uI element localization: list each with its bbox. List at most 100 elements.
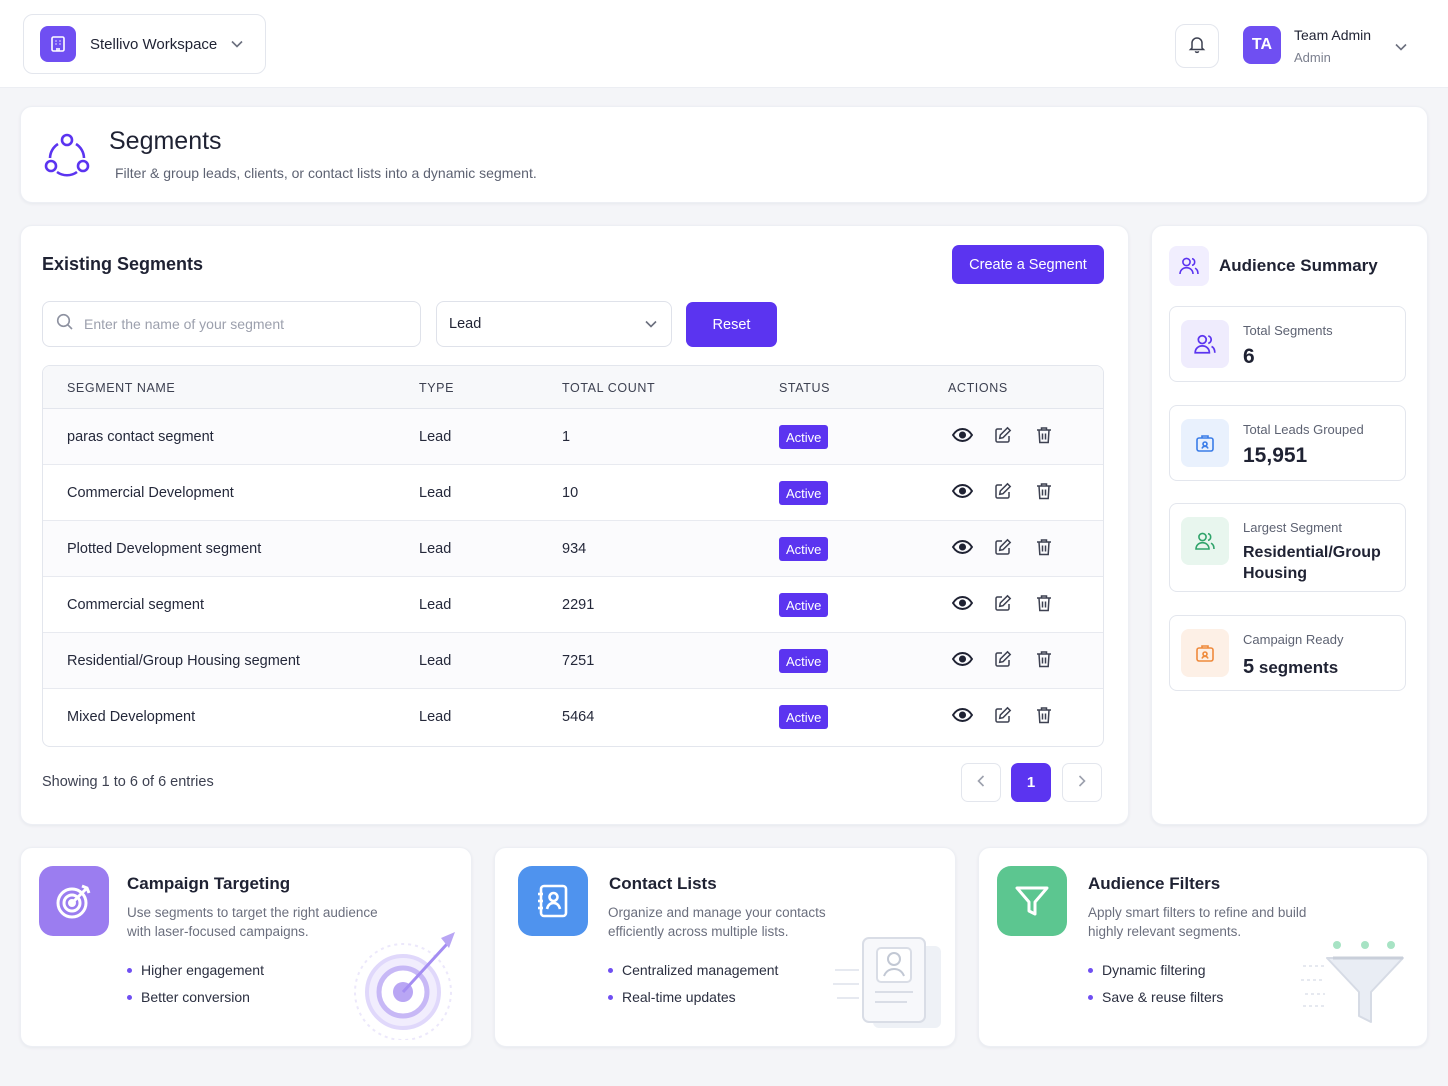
trash-icon — [1036, 650, 1052, 673]
user-menu-chevron-icon[interactable] — [1395, 38, 1407, 56]
page-button-current[interactable]: 1 — [1011, 763, 1051, 802]
column-header[interactable]: STATUS — [779, 381, 830, 395]
view-button[interactable] — [950, 649, 974, 673]
search-field[interactable] — [42, 301, 421, 347]
pagination-summary: Showing 1 to 6 of 6 entries — [42, 774, 214, 790]
column-header[interactable]: TOTAL COUNT — [562, 381, 655, 395]
stat-value-number: 5 — [1243, 656, 1255, 678]
segment-name-cell: Mixed Development — [67, 709, 196, 725]
stat-value: 15,951 — [1243, 444, 1308, 467]
feature-title: Contact Lists — [609, 874, 717, 893]
reset-button[interactable]: Reset — [686, 302, 777, 347]
page-title: Segments — [109, 127, 222, 155]
segment-name-cell: paras contact segment — [67, 429, 214, 445]
stat-card-total-leads: Total Leads Grouped 15,951 — [1169, 405, 1406, 481]
feature-bullet: Better conversion — [127, 989, 250, 1005]
column-header[interactable]: SEGMENT NAME — [67, 381, 175, 395]
segment-type-cell: Lead — [419, 485, 452, 501]
users-icon — [1169, 246, 1209, 286]
eye-icon — [951, 539, 973, 559]
edit-button[interactable] — [991, 593, 1015, 617]
delete-button[interactable] — [1032, 481, 1056, 505]
feature-bullet: Save & reuse filters — [1088, 989, 1223, 1005]
table-row: Mixed Development Lead 5464 Active — [43, 689, 1103, 745]
feature-bullet: Centralized management — [608, 962, 778, 978]
edit-icon — [994, 426, 1012, 449]
audience-summary-panel: Audience Summary Total Segments 6 Total … — [1151, 225, 1428, 825]
segment-count-cell: 10 — [562, 485, 579, 501]
avatar[interactable]: TA — [1243, 26, 1281, 64]
status-badge: Active — [779, 593, 829, 617]
feature-card-contact-lists: Contact Lists Organize and manage your c… — [494, 847, 956, 1047]
briefcase-icon — [1181, 629, 1229, 677]
feature-bullet: Real-time updates — [608, 989, 736, 1005]
next-page-button[interactable] — [1062, 763, 1102, 802]
stat-label: Largest Segment — [1243, 520, 1343, 535]
edit-button[interactable] — [991, 425, 1015, 449]
view-button[interactable] — [950, 537, 974, 561]
view-button[interactable] — [950, 425, 974, 449]
delete-button[interactable] — [1032, 537, 1056, 561]
workspace-name: Stellivo Workspace — [90, 35, 218, 53]
chevron-right-icon — [1078, 774, 1086, 792]
segment-count-cell: 5464 — [562, 709, 595, 725]
feature-bullet: Dynamic filtering — [1088, 962, 1205, 978]
view-button[interactable] — [950, 481, 974, 505]
chevron-down-icon — [231, 35, 243, 53]
table-body: paras contact segment Lead 1 Active Commerci… — [43, 409, 1103, 745]
delete-button[interactable] — [1032, 593, 1056, 617]
type-filter-select[interactable]: Lead — [436, 301, 672, 347]
section-title: Existing Segments — [42, 254, 204, 274]
segment-name-cell: Commercial Development — [67, 485, 234, 501]
stat-card-largest-segment: Largest Segment Residential/Group Housin… — [1169, 503, 1406, 592]
table-row: Residential/Group Housing segment Lead 725… — [43, 633, 1103, 689]
eye-icon — [951, 427, 973, 447]
view-button[interactable] — [950, 705, 974, 729]
notifications-button[interactable] — [1175, 24, 1219, 68]
edit-icon — [994, 482, 1012, 505]
trash-icon — [1036, 426, 1052, 449]
segment-type-cell: Lead — [419, 653, 452, 669]
contact-card-illustration — [831, 934, 946, 1039]
stat-value: 5 segments — [1243, 656, 1338, 679]
users-icon — [1181, 320, 1229, 368]
user-name[interactable]: Team Admin — [1294, 27, 1371, 43]
table-header: SEGMENT NAME TYPE TOTAL COUNT STATUS ACT… — [43, 366, 1103, 409]
status-badge: Active — [779, 537, 829, 561]
create-segment-button[interactable]: Create a Segment — [952, 245, 1104, 284]
edit-icon — [994, 650, 1012, 673]
edit-button[interactable] — [991, 649, 1015, 673]
chevron-left-icon — [977, 774, 985, 792]
view-button[interactable] — [950, 593, 974, 617]
page-header: Segments Filter & group leads, clients, … — [20, 106, 1428, 203]
stat-card-total-segments: Total Segments 6 — [1169, 306, 1406, 382]
eye-icon — [951, 595, 973, 615]
segment-count-cell: 1 — [562, 429, 571, 445]
stat-value: 6 — [1243, 345, 1255, 368]
workspace-switcher[interactable]: Stellivo Workspace — [23, 14, 266, 74]
feature-card-audience-filters: Audience Filters Apply smart filters to … — [978, 847, 1428, 1047]
funnel-illustration — [1299, 934, 1414, 1039]
eye-icon — [951, 651, 973, 671]
column-header[interactable]: TYPE — [419, 381, 454, 395]
edit-button[interactable] — [991, 537, 1015, 561]
status-badge: Active — [779, 649, 829, 673]
segment-name-cell: Plotted Development segment — [67, 541, 262, 557]
filter-icon — [997, 866, 1067, 936]
edit-icon — [994, 594, 1012, 617]
previous-page-button[interactable] — [961, 763, 1001, 802]
delete-button[interactable] — [1032, 705, 1056, 729]
briefcase-icon — [1181, 419, 1229, 467]
stat-label: Total Segments — [1243, 323, 1333, 338]
feature-title: Audience Filters — [1088, 874, 1221, 893]
segment-name-cell: Residential/Group Housing segment — [67, 653, 300, 669]
segments-icon — [43, 131, 91, 184]
feature-title: Campaign Targeting — [127, 874, 291, 893]
search-input[interactable] — [84, 316, 384, 332]
edit-button[interactable] — [991, 705, 1015, 729]
delete-button[interactable] — [1032, 649, 1056, 673]
edit-button[interactable] — [991, 481, 1015, 505]
delete-button[interactable] — [1032, 425, 1056, 449]
column-header: ACTIONS — [948, 381, 1008, 395]
table-row: Commercial Development Lead 10 Active — [43, 465, 1103, 521]
